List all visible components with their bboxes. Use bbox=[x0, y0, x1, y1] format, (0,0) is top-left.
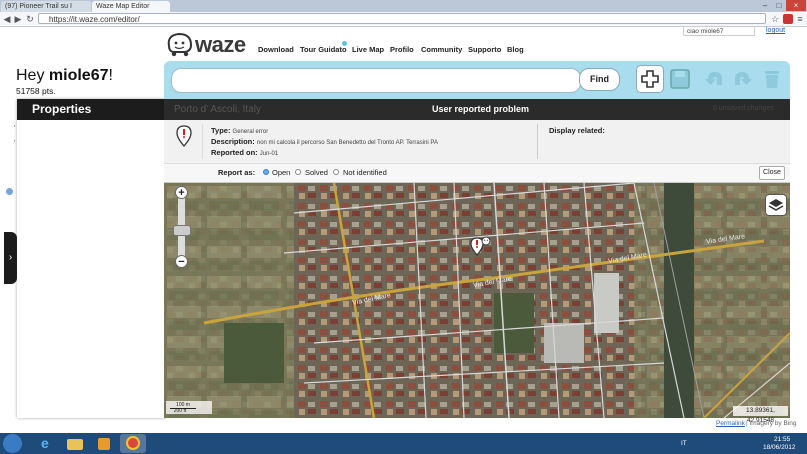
zoom-in-button[interactable]: + bbox=[175, 186, 188, 199]
reload-icon[interactable]: ↻ bbox=[25, 13, 35, 25]
divider bbox=[537, 124, 538, 159]
nav-download[interactable]: Download bbox=[258, 45, 294, 54]
urp-panel-title: User reported problem bbox=[432, 104, 530, 114]
save-button[interactable] bbox=[666, 65, 694, 93]
address-bar[interactable]: https://it.waze.com/editor/ bbox=[38, 13, 766, 24]
radio-not-identified-label[interactable]: Not identified bbox=[343, 168, 387, 177]
browser-tab-pioneer-trail[interactable]: (97) Pioneer Trail su I bbox=[1, 1, 91, 12]
apostrophe-mark: ' bbox=[14, 139, 16, 148]
tab-label: Waze Map Editor bbox=[96, 3, 150, 10]
info-dot-icon bbox=[6, 188, 13, 195]
close-window-button[interactable]: × bbox=[786, 0, 806, 11]
imagery-credit: | Imagery by Bing bbox=[746, 420, 797, 427]
properties-title: Properties bbox=[17, 99, 166, 120]
zoom-out-button[interactable]: − bbox=[175, 255, 188, 268]
current-location: Porto d' Ascoli, Italy bbox=[174, 104, 261, 115]
redo-icon bbox=[735, 72, 752, 85]
map-canvas[interactable] bbox=[164, 183, 790, 418]
problem-marker-icon[interactable] bbox=[470, 236, 494, 258]
url-text: https://it.waze.com/editor/ bbox=[49, 15, 140, 24]
close-button[interactable]: Close bbox=[759, 166, 785, 180]
logout-link[interactable]: logout bbox=[766, 27, 785, 34]
new-badge-icon bbox=[342, 41, 347, 46]
problem-pin-icon bbox=[176, 125, 192, 147]
start-button[interactable] bbox=[3, 434, 22, 453]
internet-explorer-icon[interactable]: e bbox=[33, 434, 59, 453]
waze-logo-text[interactable]: waze bbox=[195, 32, 246, 58]
tab-label: (97) Pioneer Trail su I bbox=[5, 3, 72, 10]
nav-community[interactable]: Community bbox=[421, 45, 462, 54]
nav-supporto[interactable]: Supporto bbox=[468, 45, 501, 54]
star-icon[interactable]: ☆ bbox=[770, 13, 780, 25]
user-points: 51758 pts. bbox=[16, 86, 56, 96]
nav-live-map[interactable]: Live Map bbox=[352, 45, 384, 54]
minimize-button[interactable]: – bbox=[758, 0, 772, 11]
add-button[interactable] bbox=[636, 65, 664, 93]
satellite-imagery bbox=[164, 183, 790, 418]
report-as-row bbox=[164, 163, 790, 182]
find-button[interactable]: Find bbox=[579, 68, 620, 91]
plus-icon bbox=[641, 70, 659, 88]
report-as-label: Report as: bbox=[218, 168, 256, 177]
search-input[interactable] bbox=[171, 68, 581, 93]
display-related-label: Display related: bbox=[549, 126, 605, 135]
folder-icon[interactable] bbox=[62, 434, 88, 453]
apostrophe-mark: ' bbox=[14, 124, 16, 133]
user-greeting: Hey miole67! bbox=[16, 67, 113, 84]
nav-blog[interactable]: Blog bbox=[507, 45, 524, 54]
radio-not-identified[interactable] bbox=[333, 169, 339, 175]
nav-tour-guidato[interactable]: Tour Guidato bbox=[300, 45, 347, 54]
forward-icon[interactable]: ▶ bbox=[13, 13, 23, 25]
delete-button[interactable] bbox=[758, 65, 786, 93]
expand-panel-tab[interactable]: › bbox=[4, 232, 17, 284]
map-scale: 100 m 200 ft bbox=[166, 401, 212, 414]
map-coordinates: 13.89361, 42.91548 bbox=[733, 406, 788, 424]
permalink-link[interactable]: Permalink bbox=[716, 420, 745, 427]
back-icon[interactable]: ◀ bbox=[2, 13, 12, 25]
problem-type: Type: General error bbox=[211, 126, 269, 135]
chrome-icon[interactable] bbox=[120, 434, 146, 453]
clock-date[interactable]: 18/06/2012 bbox=[763, 444, 796, 451]
redo-button[interactable] bbox=[729, 65, 757, 93]
problem-reported-on: Reported on: Jun-01 bbox=[211, 148, 279, 157]
language-indicator[interactable]: IT bbox=[681, 440, 687, 447]
unsaved-changes-count: 0 unsaved changes bbox=[713, 105, 774, 112]
radio-open[interactable] bbox=[263, 169, 269, 175]
zoom-slider-handle[interactable] bbox=[173, 225, 191, 236]
undo-icon bbox=[705, 72, 722, 85]
browser-tab-waze[interactable]: Waze Map Editor bbox=[92, 1, 170, 12]
wrench-icon[interactable]: ≡ bbox=[795, 13, 805, 25]
radio-open-label[interactable]: Open bbox=[272, 168, 290, 177]
problem-description: Description: non mi calcola il percorso … bbox=[211, 137, 438, 146]
layers-icon bbox=[768, 199, 784, 211]
save-icon bbox=[670, 69, 690, 89]
user-greeting-field: ciao miole67 bbox=[683, 26, 755, 36]
maximize-button[interactable]: □ bbox=[772, 0, 786, 11]
nav-profilo[interactable]: Profilo bbox=[390, 45, 414, 54]
clock-time[interactable]: 21:55 bbox=[774, 436, 790, 443]
properties-panel bbox=[17, 99, 166, 418]
layers-button[interactable] bbox=[765, 194, 787, 216]
extension-icon[interactable] bbox=[783, 14, 793, 24]
radio-solved-label[interactable]: Solved bbox=[305, 168, 328, 177]
undo-button[interactable] bbox=[700, 65, 728, 93]
radio-solved[interactable] bbox=[295, 169, 301, 175]
media-player-icon[interactable] bbox=[91, 434, 117, 453]
divider bbox=[202, 124, 203, 159]
trash-icon bbox=[765, 71, 779, 88]
